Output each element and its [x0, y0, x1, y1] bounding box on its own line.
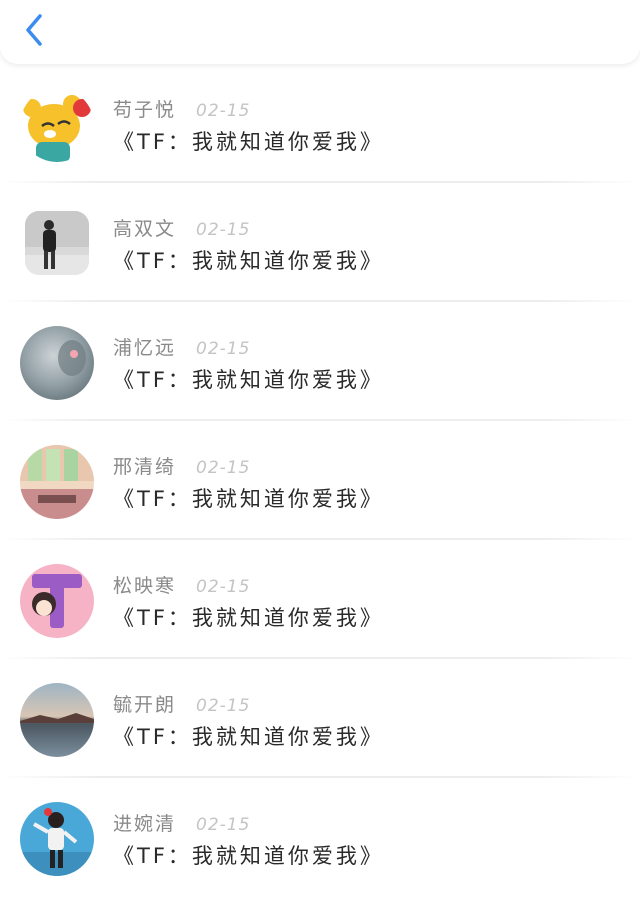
- list-item[interactable]: 邢清绮 02-15 《TF：我就知道你爱我》: [0, 421, 640, 540]
- message-text: 《TF：我就知道你爱我》: [113, 368, 384, 392]
- message-text: 《TF：我就知道你爱我》: [113, 844, 384, 868]
- message-date: 02-15: [196, 577, 251, 597]
- girl-pose-avatar[interactable]: [20, 802, 94, 876]
- message-meta: 松映寒 02-15: [113, 571, 251, 597]
- blurred-portrait-avatar[interactable]: [20, 326, 94, 400]
- message-text: 《TF：我就知道你爱我》: [113, 130, 384, 154]
- list-item[interactable]: 松映寒 02-15 《TF：我就知道你爱我》: [0, 540, 640, 659]
- message-meta: 高双文 02-15: [113, 214, 251, 240]
- list-item[interactable]: 浦忆远 02-15 《TF：我就知道你爱我》: [0, 302, 640, 421]
- chevron-left-icon: [26, 14, 42, 46]
- message-meta: 苟子悦 02-15: [113, 95, 251, 121]
- message-date: 02-15: [196, 339, 251, 359]
- message-date: 02-15: [196, 101, 251, 121]
- message-date: 02-15: [196, 815, 251, 835]
- message-text: 《TF：我就知道你爱我》: [113, 249, 384, 273]
- cartoon-fox-avatar[interactable]: [20, 88, 94, 162]
- sender-name: 松映寒: [113, 575, 177, 597]
- message-meta: 进婉清 02-15: [113, 809, 251, 835]
- message-meta: 毓开朗 02-15: [113, 690, 251, 716]
- message-date: 02-15: [196, 696, 251, 716]
- message-meta: 浦忆远 02-15: [113, 333, 251, 359]
- person-photo-avatar[interactable]: [25, 211, 89, 275]
- top-bar: [0, 0, 640, 64]
- message-list: 苟子悦 02-15 《TF：我就知道你爱我》 高双文 02-15 《TF：我就知…: [0, 64, 640, 897]
- sunset-lake-avatar[interactable]: [20, 683, 94, 757]
- message-text: 《TF：我就知道你爱我》: [113, 487, 384, 511]
- message-date: 02-15: [196, 220, 251, 240]
- message-meta: 邢清绮 02-15: [113, 452, 251, 478]
- letter-t-cartoon-avatar[interactable]: [20, 564, 94, 638]
- message-text: 《TF：我就知道你爱我》: [113, 725, 384, 749]
- back-button[interactable]: [18, 10, 58, 50]
- list-item[interactable]: 毓开朗 02-15 《TF：我就知道你爱我》: [0, 659, 640, 778]
- window-scene-avatar[interactable]: [20, 445, 94, 519]
- list-item[interactable]: 高双文 02-15 《TF：我就知道你爱我》: [0, 183, 640, 302]
- sender-name: 高双文: [113, 218, 177, 240]
- sender-name: 苟子悦: [113, 99, 177, 121]
- sender-name: 浦忆远: [113, 337, 177, 359]
- message-text: 《TF：我就知道你爱我》: [113, 606, 384, 630]
- sender-name: 进婉清: [113, 813, 177, 835]
- sender-name: 邢清绮: [113, 456, 177, 478]
- list-item[interactable]: 苟子悦 02-15 《TF：我就知道你爱我》: [0, 64, 640, 183]
- list-item[interactable]: 进婉清 02-15 《TF：我就知道你爱我》: [0, 778, 640, 897]
- message-date: 02-15: [196, 458, 251, 478]
- sender-name: 毓开朗: [113, 694, 177, 716]
